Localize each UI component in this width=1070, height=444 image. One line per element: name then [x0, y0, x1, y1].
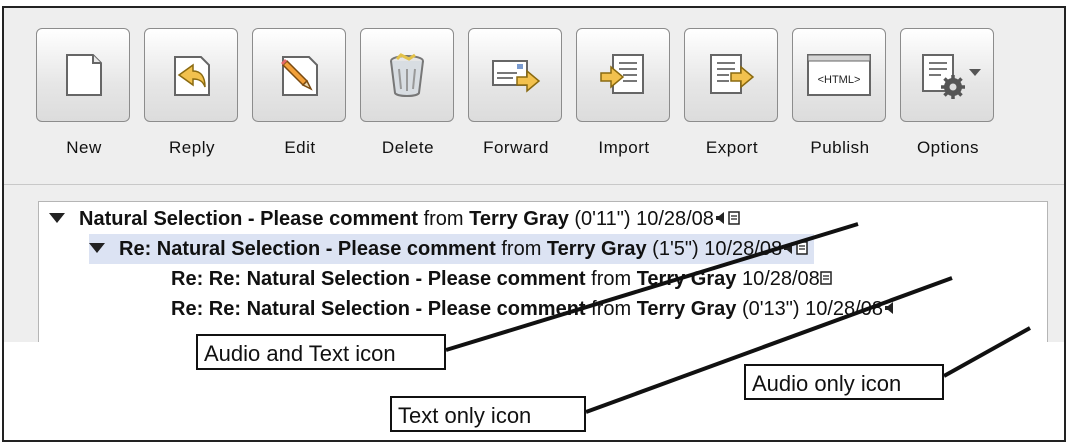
toolbar: New Reply Edit Delete Forward Import Exp…: [4, 8, 1064, 185]
message-date: 10/28/08: [805, 298, 883, 320]
trash-bin-icon: [390, 53, 424, 97]
import-button-face[interactable]: [576, 28, 670, 122]
message-tree: Natural Selection - Please comment from …: [38, 201, 1048, 351]
forward-button-label: Forward: [483, 138, 549, 157]
message-author: Terry Gray: [636, 268, 737, 290]
from-word: from: [591, 268, 632, 290]
audio-icon: [884, 301, 893, 314]
publish-button[interactable]: <HTML> Publish: [792, 28, 888, 158]
new-button[interactable]: New: [36, 28, 132, 158]
text-icon: [728, 210, 740, 225]
message-author: Terry Gray: [469, 208, 569, 230]
audio-icon: [784, 241, 793, 254]
import-button-label: Import: [598, 138, 650, 157]
from-word: from: [591, 298, 632, 320]
message-date: 10/28/08: [704, 238, 783, 260]
audio-duration: (0'11"): [574, 208, 631, 230]
new-button-label: New: [66, 138, 102, 157]
publish-button-face[interactable]: <HTML>: [792, 28, 886, 122]
message-date: 10/28/08: [741, 268, 820, 290]
message-title: Re: Re: Natural Selection - Please comme…: [171, 298, 586, 320]
from-word: from: [501, 238, 542, 260]
reply-button[interactable]: Reply: [144, 28, 240, 158]
html-publish-icon: <HTML>: [807, 54, 871, 96]
options-button-label: Options: [916, 138, 980, 157]
delete-button-label: Delete: [381, 138, 435, 157]
tree-row[interactable]: Re: Re: Natural Selection - Please comme…: [171, 264, 832, 294]
publish-button-label: Publish: [810, 138, 870, 157]
delete-button[interactable]: Delete: [360, 28, 456, 158]
message-title: Re: Natural Selection - Please comment: [119, 238, 496, 260]
tree-row[interactable]: Natural Selection - Please comment from …: [49, 204, 740, 234]
text-icon: [796, 240, 808, 255]
new-document-icon: [66, 54, 102, 96]
options-button-face[interactable]: [900, 28, 994, 122]
export-button-face[interactable]: [684, 28, 778, 122]
edit-button-face[interactable]: [252, 28, 346, 122]
delete-button-face[interactable]: [360, 28, 454, 122]
export-icon: [710, 54, 755, 94]
message-author: Terry Gray: [636, 298, 737, 320]
expand-arrow-icon[interactable]: [89, 242, 105, 253]
audio-duration: (1'5"): [652, 238, 699, 260]
message-title: Re: Re: Natural Selection - Please comme…: [171, 268, 586, 290]
message-pane: Natural Selection - Please comment from …: [4, 185, 1064, 351]
message-title: Natural Selection - Please comment: [79, 208, 419, 230]
options-gear-icon: [922, 54, 965, 99]
text-icon: [820, 270, 832, 285]
edit-pencil-icon: [281, 56, 318, 96]
from-word: from: [423, 208, 464, 230]
forward-button-face[interactable]: [468, 28, 562, 122]
reply-icon: [174, 56, 210, 96]
options-button[interactable]: Options: [900, 28, 996, 158]
html-badge-text: <HTML>: [818, 74, 861, 86]
message-date: 10/28/08: [636, 208, 714, 230]
forward-button[interactable]: Forward: [468, 28, 564, 158]
reply-button-label: Reply: [169, 138, 215, 157]
export-button-label: Export: [705, 138, 759, 157]
tree-row[interactable]: Re: Re: Natural Selection - Please comme…: [171, 294, 897, 324]
callout-audio-only: Audio only icon: [744, 364, 944, 400]
tree-row-selected[interactable]: Re: Natural Selection - Please comment f…: [89, 234, 815, 264]
message-author: Terry Gray: [546, 238, 647, 260]
export-button[interactable]: Export: [684, 28, 780, 158]
reply-button-face[interactable]: [144, 28, 238, 122]
callout-audio-and-text: Audio and Text icon: [196, 334, 446, 370]
audio-duration: (0'13"): [741, 298, 800, 320]
import-icon: [600, 54, 644, 94]
audio-icon: [715, 211, 724, 224]
forward-icon: [492, 60, 541, 93]
import-button[interactable]: Import: [576, 28, 672, 158]
expand-arrow-icon[interactable]: [49, 212, 65, 223]
edit-button-label: Edit: [284, 138, 316, 157]
new-button-face[interactable]: [36, 28, 130, 122]
callout-text-only: Text only icon: [390, 396, 586, 432]
edit-button[interactable]: Edit: [252, 28, 348, 158]
chevron-down-icon[interactable]: [969, 69, 981, 76]
